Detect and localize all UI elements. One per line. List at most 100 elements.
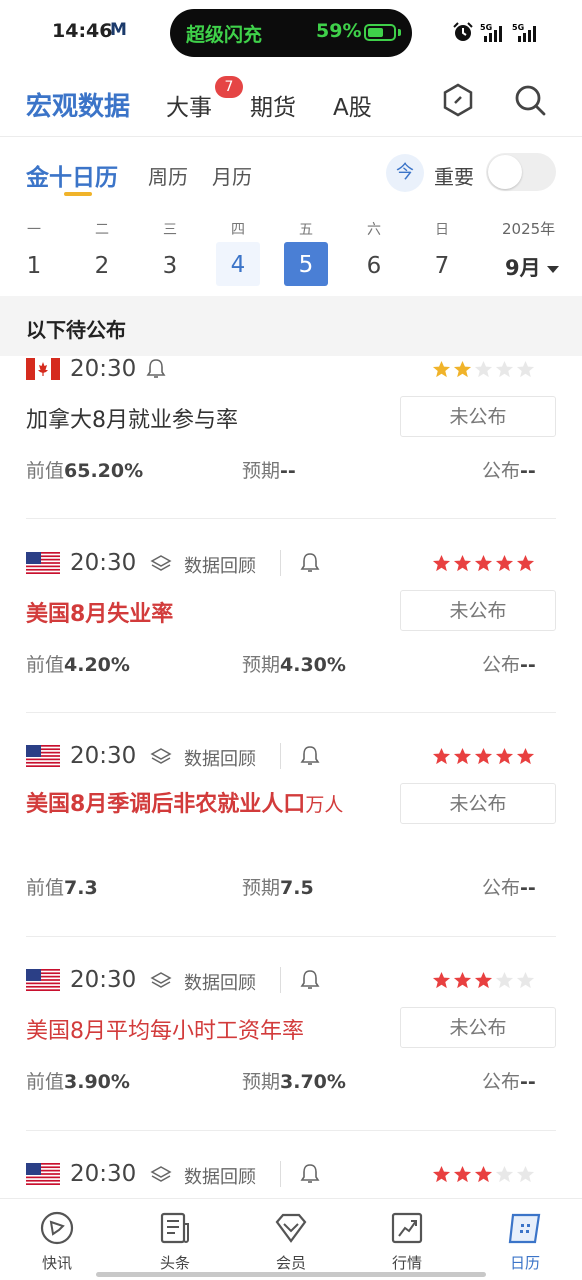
layers-icon xyxy=(150,972,172,988)
date-cell[interactable]: 1 xyxy=(12,250,56,294)
actual-value: 公布-- xyxy=(482,873,536,900)
star-empty-icon xyxy=(474,360,493,378)
star-filled-icon xyxy=(453,360,472,378)
previous-label: 前值 xyxy=(26,654,65,676)
forecast-value: 预期4.30% xyxy=(242,650,346,677)
tab-futures[interactable]: 期货 xyxy=(250,88,296,122)
page-title-tab[interactable]: 宏观数据 xyxy=(26,86,130,123)
events-count-badge: 7 xyxy=(215,76,243,98)
weekday-label: 五 xyxy=(299,222,313,238)
date-cell[interactable]: 2 xyxy=(80,250,124,294)
tab-a-shares[interactable]: A股 xyxy=(333,88,372,122)
data-review-link[interactable]: 数据回顾 xyxy=(184,745,256,771)
svg-text:5G: 5G xyxy=(512,23,524,32)
hexagon-icon[interactable] xyxy=(440,82,476,118)
previous-label: 前值 xyxy=(26,1071,65,1093)
star-empty-icon xyxy=(516,360,535,378)
actual-label: 公布 xyxy=(482,654,521,676)
nav-label: 会员 xyxy=(275,1254,306,1272)
star-empty-icon xyxy=(495,971,514,989)
nav-membership[interactable]: 会员 xyxy=(256,1210,326,1273)
home-indicator[interactable] xyxy=(96,1272,486,1277)
actual-number: -- xyxy=(520,654,536,676)
bell-icon[interactable] xyxy=(146,358,166,380)
previous-value: 前值3.90% xyxy=(26,1067,130,1094)
forecast-number: 7.5 xyxy=(280,877,314,899)
weekday-label: 二 xyxy=(95,222,109,238)
actual-label: 公布 xyxy=(482,460,521,482)
status-bar: 14:46 M 超级闪充 59% 5G 5G xyxy=(0,0,582,64)
bell-icon[interactable] xyxy=(300,552,320,574)
star-filled-icon xyxy=(474,554,493,572)
star-empty-icon xyxy=(495,1165,514,1183)
battery-percent: 59% xyxy=(316,20,362,42)
nav-flash-news[interactable]: 快讯 xyxy=(22,1210,92,1273)
vertical-divider xyxy=(280,967,281,993)
star-filled-icon xyxy=(495,747,514,765)
nav-market[interactable]: 行情 xyxy=(372,1210,442,1273)
signal-5g-icon: 5G xyxy=(480,23,502,42)
calendar-icon xyxy=(508,1213,541,1244)
flag-usa-icon xyxy=(26,745,60,767)
vertical-divider xyxy=(280,743,281,769)
previous-label: 前值 xyxy=(26,877,65,899)
previous-number: 65.20% xyxy=(64,460,144,482)
header-divider xyxy=(0,136,582,137)
search-icon[interactable] xyxy=(512,82,548,118)
flag-canada-icon xyxy=(26,358,60,380)
date-cell-today[interactable]: 5 xyxy=(284,242,328,286)
actual-number: -- xyxy=(520,460,536,482)
data-review-link[interactable]: 数据回顾 xyxy=(184,1163,256,1189)
nav-label: 日历 xyxy=(509,1254,540,1272)
vertical-divider xyxy=(280,550,281,576)
data-review-link[interactable]: 数据回顾 xyxy=(184,969,256,995)
date-cell-selected[interactable]: 4 xyxy=(216,242,260,286)
bell-icon[interactable] xyxy=(300,969,320,991)
status-box: 未公布 xyxy=(400,396,556,437)
actual-number: -- xyxy=(520,877,536,899)
previous-number: 4.20% xyxy=(64,654,130,676)
data-review-link[interactable]: 数据回顾 xyxy=(184,552,256,578)
event-time: 20:30 xyxy=(70,550,137,576)
forecast-label: 预期 xyxy=(242,460,281,482)
today-button[interactable]: 今 xyxy=(386,154,424,192)
star-filled-icon xyxy=(453,971,472,989)
charge-mode-label: 超级闪充 xyxy=(186,24,263,46)
star-filled-icon xyxy=(432,554,451,572)
forecast-number: 3.70% xyxy=(280,1071,346,1093)
actual-number: -- xyxy=(520,1071,536,1093)
tab-week-calendar[interactable]: 周历 xyxy=(148,161,188,190)
battery-icon xyxy=(364,24,396,41)
date-cell[interactable]: 3 xyxy=(148,250,192,294)
event-time: 20:30 xyxy=(70,1161,137,1187)
weekday-label: 三 xyxy=(163,222,177,238)
tab-major-events[interactable]: 大事 xyxy=(166,88,212,122)
star-filled-icon xyxy=(453,554,472,572)
month-label: 9月 xyxy=(505,256,541,280)
app-notification-icon: M xyxy=(110,20,127,40)
weekday-label: 一 xyxy=(27,222,41,238)
flag-usa-icon xyxy=(26,969,60,991)
nav-label: 行情 xyxy=(391,1254,422,1272)
tab-month-calendar[interactable]: 月历 xyxy=(212,161,252,190)
month-selector[interactable]: 9月 xyxy=(505,252,560,282)
event-time: 20:30 xyxy=(70,743,137,769)
event-unit: 万人 xyxy=(305,794,344,816)
event-name-block: 美国8月季调后非农就业人口万人 xyxy=(26,789,386,821)
forecast-value: 预期-- xyxy=(242,456,296,483)
date-cell[interactable]: 7 xyxy=(420,250,464,294)
bell-icon[interactable] xyxy=(300,745,320,767)
nav-headlines[interactable]: 头条 xyxy=(140,1210,210,1273)
star-filled-icon xyxy=(474,971,493,989)
bell-icon[interactable] xyxy=(300,1163,320,1185)
tab-jin10-calendar[interactable]: 金十日历 xyxy=(26,158,118,192)
layers-icon xyxy=(150,555,172,571)
date-cell[interactable]: 6 xyxy=(352,250,396,294)
previous-number: 3.90% xyxy=(64,1071,130,1093)
event-time: 20:30 xyxy=(70,356,137,382)
status-box: 未公布 xyxy=(400,1007,556,1048)
layers-icon xyxy=(150,748,172,764)
nav-calendar[interactable]: 日历 xyxy=(490,1210,560,1273)
importance-stars xyxy=(432,971,537,991)
star-filled-icon xyxy=(432,747,451,765)
